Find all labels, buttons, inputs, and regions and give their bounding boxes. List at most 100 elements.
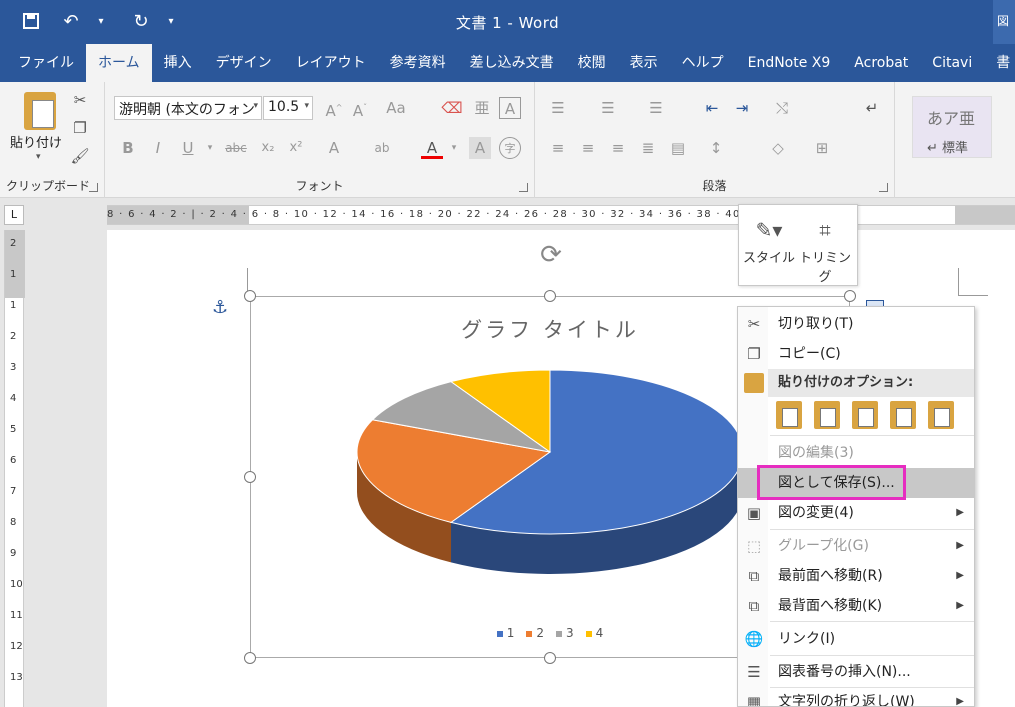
numbering-icon[interactable]: ☰ bbox=[597, 97, 619, 119]
phonetic-guide-icon[interactable]: 亜 bbox=[471, 97, 493, 119]
ruler-number: 3 bbox=[10, 362, 17, 373]
highlight-annotation-box bbox=[757, 465, 906, 500]
menu-item-insert-caption[interactable]: ☰ 図表番号の挿入(N)... bbox=[738, 657, 974, 687]
resize-handle[interactable] bbox=[244, 652, 256, 664]
tab-mailings[interactable]: 差し込み文書 bbox=[458, 44, 566, 82]
subscript-icon[interactable]: x₂ bbox=[257, 137, 279, 159]
menu-item-change-picture[interactable]: ▣ 図の変更(4) ▶ bbox=[738, 498, 974, 528]
tab-insert[interactable]: 挿入 bbox=[152, 44, 204, 82]
tab-layout[interactable]: レイアウト bbox=[284, 44, 378, 82]
crop-label: トリミング bbox=[798, 251, 851, 285]
crop-button[interactable]: ⌗ トリミング bbox=[797, 213, 853, 285]
anchor-icon: ⚓ bbox=[212, 297, 229, 318]
tab-selector[interactable]: L bbox=[4, 205, 24, 225]
font-color-dropdown-icon[interactable]: ▾ bbox=[443, 137, 465, 159]
tab-overflow[interactable]: 書 bbox=[984, 44, 1015, 82]
enclose-characters-icon[interactable]: 字 bbox=[499, 137, 521, 159]
bold-icon[interactable]: B bbox=[117, 137, 139, 159]
multilevel-list-icon[interactable]: ☰ bbox=[645, 97, 667, 119]
font-size-combo[interactable]: 10.5 ▾ bbox=[263, 96, 313, 120]
tab-citavi[interactable]: Citavi bbox=[920, 44, 984, 82]
wrap-text-icon: ▦ bbox=[746, 693, 762, 707]
underline-icon[interactable]: U bbox=[177, 137, 199, 159]
paste-picture-icon[interactable] bbox=[928, 401, 954, 429]
align-left-icon[interactable]: ≡ bbox=[547, 137, 569, 159]
document-title: 文書 1 - Word bbox=[455, 14, 560, 32]
paste-dropdown-icon[interactable]: ▾ bbox=[36, 152, 41, 162]
clear-formatting-icon[interactable]: ⌫ bbox=[441, 97, 463, 119]
shading-icon[interactable]: ◇ bbox=[767, 137, 789, 159]
line-spacing-icon[interactable]: ↕ bbox=[705, 137, 727, 159]
copy-icon[interactable]: ❐ bbox=[70, 118, 90, 138]
paste-options bbox=[776, 401, 954, 429]
bullets-icon[interactable]: ☰ bbox=[547, 97, 569, 119]
ruler-number: 10 bbox=[10, 579, 23, 590]
rotate-handle-icon[interactable]: ⟳ bbox=[536, 240, 566, 270]
menu-item-link[interactable]: 🌐 リンク(I) bbox=[738, 624, 974, 654]
ruler-number: 2 bbox=[10, 331, 17, 342]
resize-handle[interactable] bbox=[544, 652, 556, 664]
tab-endnote[interactable]: EndNote X9 bbox=[736, 44, 843, 82]
superscript-icon[interactable]: x² bbox=[285, 137, 307, 159]
menu-item-label: グループ化(G) bbox=[778, 538, 869, 554]
shrink-font-icon[interactable]: Aˇ bbox=[349, 97, 371, 120]
ruler-number: 7 bbox=[10, 486, 17, 497]
paragraph-launcher-icon[interactable] bbox=[879, 183, 888, 192]
character-shading-icon[interactable]: A bbox=[469, 137, 491, 159]
format-painter-icon[interactable]: 🖌 bbox=[70, 146, 90, 166]
change-case-icon[interactable]: Aa bbox=[385, 97, 407, 119]
tab-file[interactable]: ファイル bbox=[6, 44, 86, 82]
text-direction-icon[interactable]: ⤭ bbox=[771, 97, 793, 119]
paste-link-icon[interactable] bbox=[890, 401, 916, 429]
menu-item-group[interactable]: ⬚ グループ化(G) ▶ bbox=[738, 531, 974, 561]
clipboard-launcher-icon[interactable] bbox=[89, 183, 98, 192]
justify-icon[interactable]: ≣ bbox=[637, 137, 659, 159]
cut-icon[interactable]: ✂ bbox=[70, 90, 90, 110]
tab-home[interactable]: ホーム bbox=[86, 44, 152, 82]
tab-references[interactable]: 参考資料 bbox=[378, 44, 458, 82]
paste-button[interactable]: 貼り付け bbox=[10, 132, 62, 151]
text-effects-icon[interactable]: A bbox=[323, 137, 345, 159]
resize-handle[interactable] bbox=[244, 471, 256, 483]
decrease-indent-icon[interactable]: ⇤ bbox=[701, 97, 723, 119]
tab-help[interactable]: ヘルプ bbox=[670, 44, 736, 82]
menu-item-edit-picture[interactable]: 図の編集(3) bbox=[738, 438, 974, 468]
menu-item-bring-to-front[interactable]: ⧉ 最前面へ移動(R) ▶ bbox=[738, 561, 974, 591]
paste-text-only-icon[interactable] bbox=[852, 401, 878, 429]
style-normal-tile[interactable]: あア亜 ↵ 標準 bbox=[912, 96, 992, 158]
font-launcher-icon[interactable] bbox=[519, 183, 528, 192]
menu-item-send-to-back[interactable]: ⧉ 最背面へ移動(K) ▶ bbox=[738, 591, 974, 621]
increase-indent-icon[interactable]: ⇥ bbox=[731, 97, 753, 119]
font-color-icon[interactable]: A bbox=[421, 137, 443, 159]
resize-handle[interactable] bbox=[544, 290, 556, 302]
submenu-arrow-icon: ▶ bbox=[956, 696, 964, 707]
style-button[interactable]: ✎▾ スタイル bbox=[743, 213, 795, 266]
paste-merge-icon[interactable] bbox=[814, 401, 840, 429]
highlight-icon[interactable]: ab bbox=[371, 137, 393, 159]
tab-review[interactable]: 校閲 bbox=[566, 44, 618, 82]
underline-dropdown-icon[interactable]: ▾ bbox=[199, 137, 221, 159]
tab-view[interactable]: 表示 bbox=[618, 44, 670, 82]
tab-acrobat[interactable]: Acrobat bbox=[842, 44, 920, 82]
legend-swatch bbox=[496, 630, 503, 637]
paste-keep-source-icon[interactable] bbox=[776, 401, 802, 429]
strikethrough-icon[interactable]: abc bbox=[225, 137, 247, 159]
resize-handle[interactable] bbox=[844, 290, 856, 302]
tab-design[interactable]: デザイン bbox=[204, 44, 284, 82]
character-border-icon[interactable]: A bbox=[499, 97, 521, 119]
menu-item-wrap-text[interactable]: ▦ 文字列の折り返し(W) ▶ bbox=[738, 687, 974, 707]
italic-icon[interactable]: I bbox=[147, 137, 169, 159]
borders-icon[interactable]: ⊞ bbox=[811, 137, 833, 159]
distributed-icon[interactable]: ▤ bbox=[667, 137, 689, 159]
horizontal-ruler[interactable]: 8 · 6 · 4 · 2 · | · 2 · 4 · 6 · 8 · 10 ·… bbox=[107, 205, 1015, 225]
menu-item-copy[interactable]: ❐ コピー(C) bbox=[738, 339, 974, 369]
paste-icon[interactable] bbox=[24, 92, 56, 130]
align-right-icon[interactable]: ≡ bbox=[607, 137, 629, 159]
paragraph-mark-icon[interactable]: ↵ bbox=[861, 97, 883, 119]
font-name-combo[interactable]: 游明朝 (本文のフォン ▾ bbox=[114, 96, 262, 120]
resize-handle[interactable] bbox=[244, 290, 256, 302]
menu-item-cut[interactable]: ✂ 切り取り(T) bbox=[738, 309, 974, 339]
vertical-ruler[interactable]: 2 1 1 2 3 4 5 6 7 8 9 10 11 12 13 bbox=[4, 230, 25, 707]
grow-font-icon[interactable]: A^ bbox=[323, 97, 345, 120]
align-center-icon[interactable]: ≡ bbox=[577, 137, 599, 159]
